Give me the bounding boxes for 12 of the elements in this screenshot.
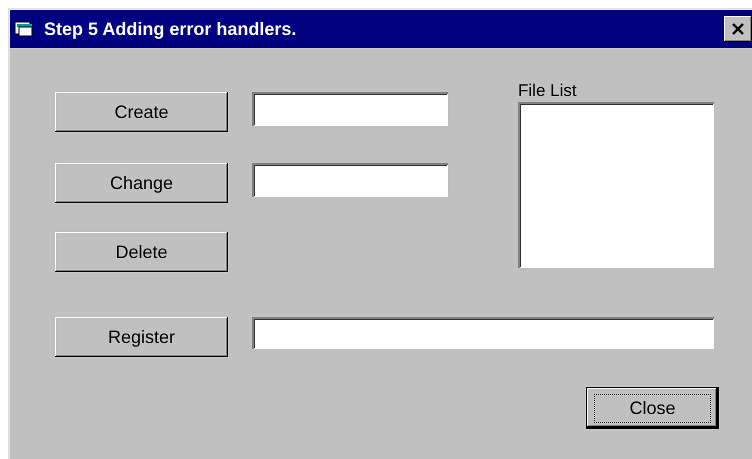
text-field[interactable]	[252, 163, 448, 197]
window-title: Step 5 Adding error handlers.	[44, 18, 298, 40]
command-button[interactable]: Delete	[55, 232, 228, 272]
close-button[interactable]: Close	[587, 388, 718, 428]
close-icon[interactable]	[724, 16, 752, 42]
text-field[interactable]	[252, 92, 448, 126]
text-field[interactable]	[252, 317, 714, 349]
file-list[interactable]	[518, 102, 714, 268]
file-list-label: File List	[518, 80, 578, 102]
command-button[interactable]: Register	[55, 317, 228, 357]
command-button[interactable]: Change	[55, 163, 228, 203]
command-button[interactable]: Create	[55, 92, 228, 132]
